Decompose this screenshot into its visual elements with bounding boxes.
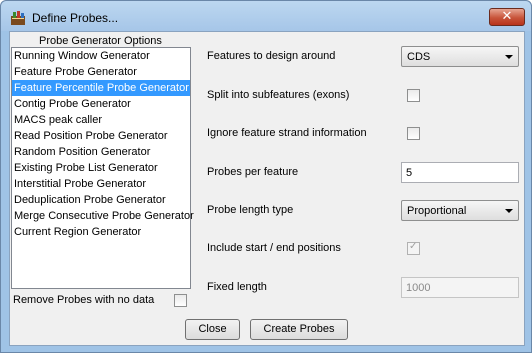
window-title: Define Probes... <box>32 11 119 25</box>
probes-per-feature-value: 5 <box>406 167 413 179</box>
chevron-down-icon <box>505 55 513 59</box>
list-item[interactable]: Feature Probe Generator <box>12 64 190 80</box>
list-item[interactable]: Contig Probe Generator <box>12 96 190 112</box>
features-label: Features to design around <box>207 50 336 62</box>
close-icon: ✕ <box>501 9 513 24</box>
generator-list[interactable]: Running Window Generator Feature Probe Ge… <box>11 47 194 289</box>
list-item[interactable]: Merge Consecutive Probe Generator <box>12 208 194 224</box>
probes-per-feature-label: Probes per feature <box>207 166 299 178</box>
split-subfeatures-checkbox[interactable] <box>407 89 420 102</box>
list-item[interactable]: Existing Probe List Generator <box>12 160 190 176</box>
probe-length-type-value: Proportional <box>407 205 467 217</box>
split-subfeatures-label: Split into subfeatures (exons) <box>207 89 350 101</box>
dialog-body: Probe Generator Options Running Window G… <box>9 31 525 346</box>
fixed-length-label: Fixed length <box>207 281 267 293</box>
close-button[interactable]: Close <box>185 319 240 340</box>
list-item[interactable]: Deduplication Probe Generator <box>12 192 190 208</box>
ignore-strand-label: Ignore feature strand information <box>207 127 367 139</box>
include-start-end-checkbox[interactable]: ✓ <box>407 241 420 255</box>
probe-length-type-select[interactable]: Proportional <box>401 200 519 221</box>
list-item[interactable]: Read Position Probe Generator <box>12 128 190 144</box>
list-item[interactable]: Random Position Generator <box>12 144 190 160</box>
list-item[interactable]: MACS peak caller <box>12 112 190 128</box>
include-start-end-label: Include start / end positions <box>207 242 341 254</box>
list-item[interactable]: Interstitial Probe Generator <box>12 176 190 192</box>
probe-length-type-label: Probe length type <box>207 204 294 216</box>
checkmark-icon: ✓ <box>409 241 418 252</box>
define-probes-window: Define Probes... ✕ Probe Generator Optio… <box>0 0 532 353</box>
probe-app-icon <box>11 11 25 25</box>
probes-per-feature-input[interactable]: 5 <box>401 162 519 183</box>
remove-probes-checkbox[interactable] <box>174 294 187 307</box>
window-close-button[interactable]: ✕ <box>489 8 525 26</box>
list-item[interactable]: Feature Percentile Probe Generator <box>12 80 190 96</box>
chevron-down-icon <box>505 209 513 213</box>
list-item[interactable]: Running Window Generator <box>12 48 190 64</box>
options-panel-title: Probe Generator Options <box>39 35 162 47</box>
list-item[interactable]: Current Region Generator <box>12 224 190 240</box>
ignore-strand-checkbox[interactable] <box>407 127 420 140</box>
fixed-length-input[interactable]: 1000 <box>401 277 519 298</box>
features-select[interactable]: CDS <box>401 46 519 67</box>
remove-probes-label: Remove Probes with no data <box>13 294 155 306</box>
features-select-value: CDS <box>407 51 431 63</box>
title-bar[interactable]: Define Probes... ✕ <box>1 1 531 31</box>
fixed-length-value: 1000 <box>406 282 431 294</box>
create-probes-button[interactable]: Create Probes <box>250 319 348 340</box>
